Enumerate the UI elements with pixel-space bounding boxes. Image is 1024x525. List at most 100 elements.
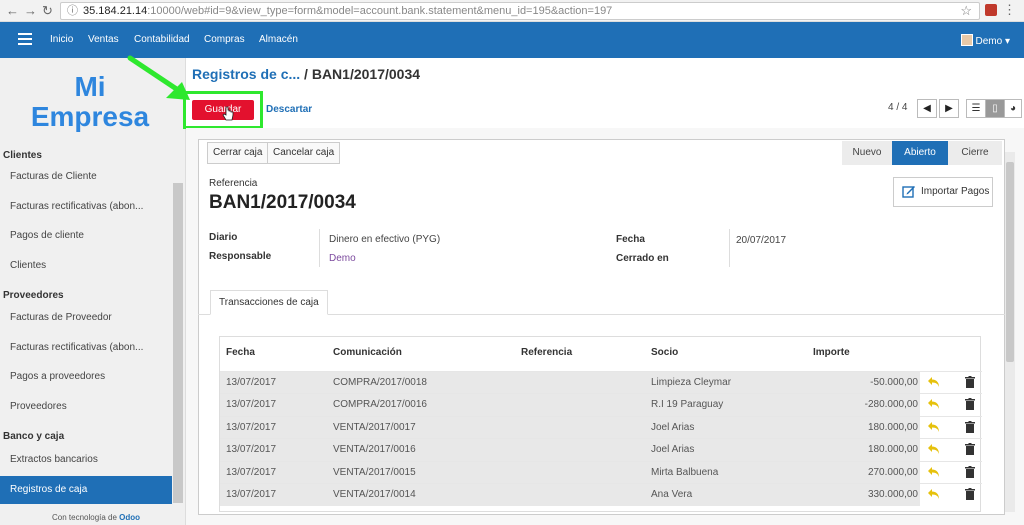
cancel-register-button[interactable]: Cancelar caja xyxy=(267,142,341,164)
sidebar-section-clientes: Clientes xyxy=(3,150,42,161)
trash-icon[interactable] xyxy=(965,466,975,478)
cell-comunicacion: COMPRA/2017/0016 xyxy=(333,399,427,410)
url-host: 35.184.21.14 xyxy=(83,5,148,17)
cell-socio: Ana Vera xyxy=(651,489,693,500)
stage-cierre[interactable]: Cierre xyxy=(948,141,1002,165)
cell-importe: -280.000,00 xyxy=(864,399,918,410)
table-row[interactable]: 13/07/2017 COMPRA/2017/0016 R.I 19 Parag… xyxy=(220,393,982,416)
sidebar-item-pagos-proveedores[interactable]: Pagos a proveedores xyxy=(0,363,172,391)
form-scrollbar[interactable] xyxy=(1005,152,1015,512)
topmenu-contabilidad[interactable]: Contabilidad xyxy=(134,34,190,45)
list-view-icon[interactable]: ☰ xyxy=(966,99,986,118)
stage-abierto[interactable]: Abierto xyxy=(892,141,948,165)
trash-icon[interactable] xyxy=(965,421,975,433)
undo-icon[interactable] xyxy=(927,397,941,411)
undo-icon[interactable] xyxy=(927,420,941,434)
cell-socio: R.I 19 Paraguay xyxy=(651,399,724,410)
powered-prefix: Con tecnología de xyxy=(52,513,117,522)
cerrado-label: Cerrado en xyxy=(616,253,669,264)
cell-socio: Mirta Balbuena xyxy=(651,467,719,478)
address-bar[interactable]: ⓘ 35.184.21.14:10000/web#id=9&view_type=… xyxy=(60,2,980,20)
table-row[interactable]: 13/07/2017 VENTA/2017/0016 Joel Arias 18… xyxy=(220,438,982,461)
cell-importe: 180.000,00 xyxy=(867,422,918,433)
responsable-value[interactable]: Demo xyxy=(329,253,356,264)
cell-comunicacion: VENTA/2017/0016 xyxy=(333,444,416,455)
trash-icon[interactable] xyxy=(965,398,975,410)
cell-comunicacion: VENTA/2017/0017 xyxy=(333,422,416,433)
table-row[interactable]: 13/07/2017 COMPRA/2017/0018 Limpieza Cle… xyxy=(220,371,982,394)
browser-toolbar: ← → ↻ ⓘ 35.184.21.14:10000/web#id=9&view… xyxy=(0,0,1024,22)
form-view-icon[interactable]: ▯ xyxy=(985,99,1005,118)
cell-importe: 270.000,00 xyxy=(867,467,918,478)
sidebar-item-rectificativas-proveedor[interactable]: Facturas rectificativas (abon... xyxy=(0,334,172,362)
trash-icon[interactable] xyxy=(965,443,975,455)
bookmark-star-icon[interactable]: ☆ xyxy=(960,3,972,19)
apps-menu-icon[interactable] xyxy=(18,33,32,45)
table-row[interactable]: 13/07/2017 VENTA/2017/0015 Mirta Balbuen… xyxy=(220,461,982,484)
undo-icon[interactable] xyxy=(927,375,941,389)
transactions-table: Fecha Comunicación Referencia Socio Impo… xyxy=(219,336,982,512)
fecha-value[interactable]: 20/07/2017 xyxy=(736,235,786,246)
user-name: Demo xyxy=(975,36,1003,47)
undo-icon[interactable] xyxy=(927,442,941,456)
forward-icon[interactable]: → xyxy=(24,3,37,18)
discard-button[interactable]: Descartar xyxy=(266,104,312,115)
trash-icon[interactable] xyxy=(965,488,975,500)
sidebar-scrollbar[interactable] xyxy=(173,183,183,503)
cell-fecha: 13/07/2017 xyxy=(226,467,277,478)
sidebar-item-clientes[interactable]: Clientes xyxy=(0,252,172,280)
import-payments-button[interactable]: Importar Pagos xyxy=(893,177,993,207)
back-icon[interactable]: ← xyxy=(6,3,19,18)
avatar xyxy=(960,34,973,46)
reload-icon[interactable]: ↻ xyxy=(42,3,53,19)
cell-socio: Limpieza Cleymar xyxy=(651,377,732,388)
cell-fecha: 13/07/2017 xyxy=(226,422,277,433)
breadcrumb-parent[interactable]: Registros de c... xyxy=(192,66,300,82)
topmenu-inicio[interactable]: Inicio xyxy=(50,34,73,45)
sidebar-item-facturas-proveedor[interactable]: Facturas de Proveedor xyxy=(0,304,172,332)
sidebar-item-facturas-cliente[interactable]: Facturas de Cliente xyxy=(0,163,172,191)
powered-by: Con tecnología de Odoo xyxy=(52,513,140,522)
cell-importe: -50.000,00 xyxy=(870,377,918,388)
info-icon[interactable]: ⓘ xyxy=(67,3,78,19)
sidebar-item-extractos[interactable]: Extractos bancarios xyxy=(0,446,172,474)
import-payments-label: Importar Pagos xyxy=(921,186,990,197)
sidebar-item-proveedores[interactable]: Proveedores xyxy=(0,393,172,421)
diario-value[interactable]: Dinero en efectivo (PYG) xyxy=(329,234,440,245)
cell-fecha: 13/07/2017 xyxy=(226,399,277,410)
undo-icon[interactable] xyxy=(927,465,941,479)
sidebar-section-proveedores: Proveedores xyxy=(3,290,64,301)
topmenu-compras[interactable]: Compras xyxy=(204,34,245,45)
topmenu-ventas[interactable]: Ventas xyxy=(88,34,119,45)
pivot-view-icon[interactable]: ◕ xyxy=(1004,99,1022,118)
col-referencia: Referencia xyxy=(521,347,573,358)
sidebar-section-banco: Banco y caja xyxy=(3,431,65,442)
close-register-button[interactable]: Cerrar caja xyxy=(207,142,269,164)
stage-nuevo[interactable]: Nuevo xyxy=(842,141,892,165)
pager-next-icon[interactable]: ▶ xyxy=(939,99,959,118)
pager-prev-icon[interactable]: ◀ xyxy=(917,99,937,118)
cell-socio: Joel Arias xyxy=(651,422,695,433)
trash-icon[interactable] xyxy=(965,376,975,388)
hand-cursor-icon xyxy=(222,106,234,121)
browser-menu-icon[interactable]: ⋮ xyxy=(1003,2,1016,18)
sidebar-item-registros-caja[interactable]: Registros de caja xyxy=(0,476,172,504)
table-row[interactable]: 13/07/2017 VENTA/2017/0014 Ana Vera 330.… xyxy=(220,483,982,506)
field-divider xyxy=(729,229,730,267)
extension-icon[interactable] xyxy=(985,4,997,16)
cell-importe: 330.000,00 xyxy=(867,489,918,500)
undo-icon[interactable] xyxy=(927,487,941,501)
sidebar-item-pagos-cliente[interactable]: Pagos de cliente xyxy=(0,222,172,250)
save-highlight-box: Guardar xyxy=(183,91,263,129)
topmenu-almacen[interactable]: Almacén xyxy=(259,34,298,45)
cell-comunicacion: VENTA/2017/0015 xyxy=(333,467,416,478)
sidebar-item-rectificativas-cliente[interactable]: Facturas rectificativas (abon... xyxy=(0,193,172,221)
cell-fecha: 13/07/2017 xyxy=(226,444,277,455)
cell-socio: Joel Arias xyxy=(651,444,695,455)
form-scrollbar-thumb[interactable] xyxy=(1006,162,1014,362)
table-row[interactable]: 13/07/2017 VENTA/2017/0017 Joel Arias 18… xyxy=(220,416,982,439)
diario-label: Diario xyxy=(209,232,238,243)
tab-transacciones[interactable]: Transacciones de caja xyxy=(210,290,328,315)
powered-brand[interactable]: Odoo xyxy=(119,513,140,522)
user-menu[interactable]: Demo ▾ xyxy=(960,34,1010,47)
